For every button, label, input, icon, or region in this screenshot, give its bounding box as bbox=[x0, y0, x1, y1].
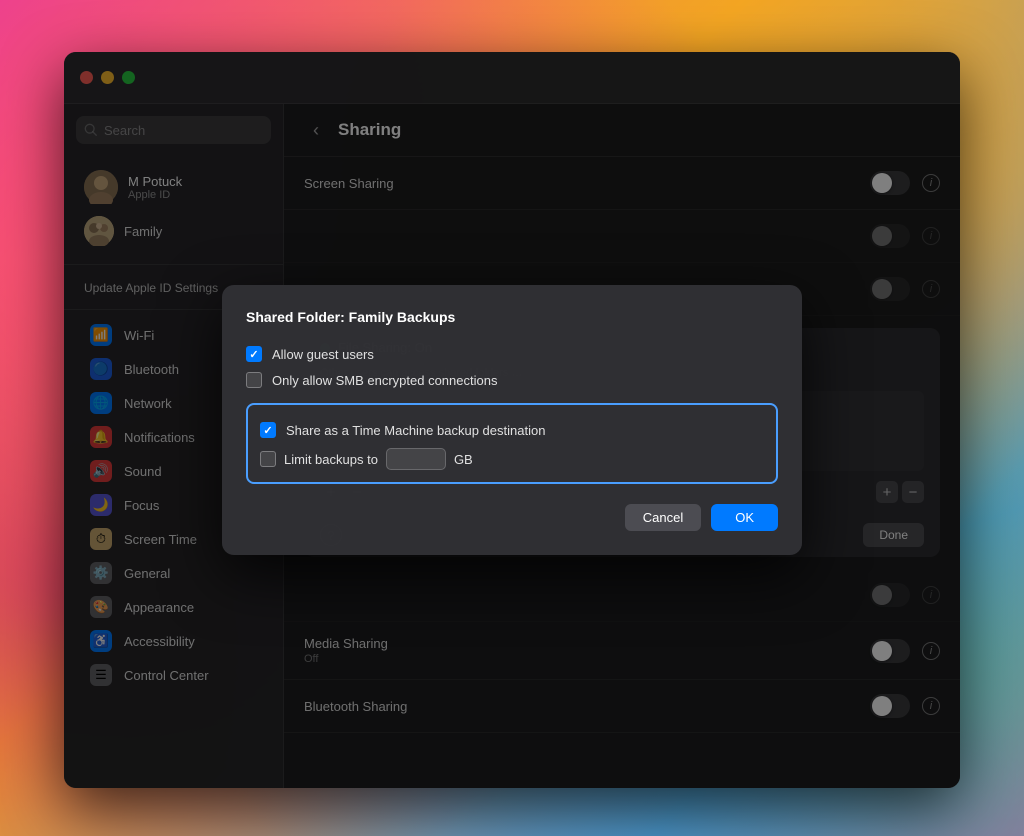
limit-checkbox[interactable] bbox=[260, 451, 276, 467]
gb-label: GB bbox=[454, 452, 473, 467]
time-machine-label: Share as a Time Machine backup destinati… bbox=[286, 423, 545, 438]
time-machine-row: Share as a Time Machine backup destinati… bbox=[260, 417, 764, 443]
dialog-buttons: Cancel OK bbox=[246, 504, 778, 531]
dialog-overlay: Shared Folder: Family Backups Allow gues… bbox=[64, 52, 960, 788]
limit-row: Limit backups to GB bbox=[260, 443, 764, 470]
limit-input[interactable] bbox=[386, 448, 446, 470]
time-machine-checkbox[interactable] bbox=[260, 422, 276, 438]
allow-guest-label: Allow guest users bbox=[272, 347, 374, 362]
allow-guest-row: Allow guest users bbox=[246, 341, 778, 367]
smb-row: Only allow SMB encrypted connections bbox=[246, 367, 778, 393]
limit-label: Limit backups to bbox=[284, 452, 378, 467]
smb-label: Only allow SMB encrypted connections bbox=[272, 373, 497, 388]
allow-guest-checkbox[interactable] bbox=[246, 346, 262, 362]
ok-button[interactable]: OK bbox=[711, 504, 778, 531]
smb-checkbox[interactable] bbox=[246, 372, 262, 388]
time-machine-section: Share as a Time Machine backup destinati… bbox=[246, 403, 778, 484]
cancel-button[interactable]: Cancel bbox=[625, 504, 701, 531]
system-preferences-window: Search M Potuck Apple ID bbox=[64, 52, 960, 788]
dialog-title: Shared Folder: Family Backups bbox=[246, 309, 778, 325]
shared-folder-dialog: Shared Folder: Family Backups Allow gues… bbox=[222, 285, 802, 555]
